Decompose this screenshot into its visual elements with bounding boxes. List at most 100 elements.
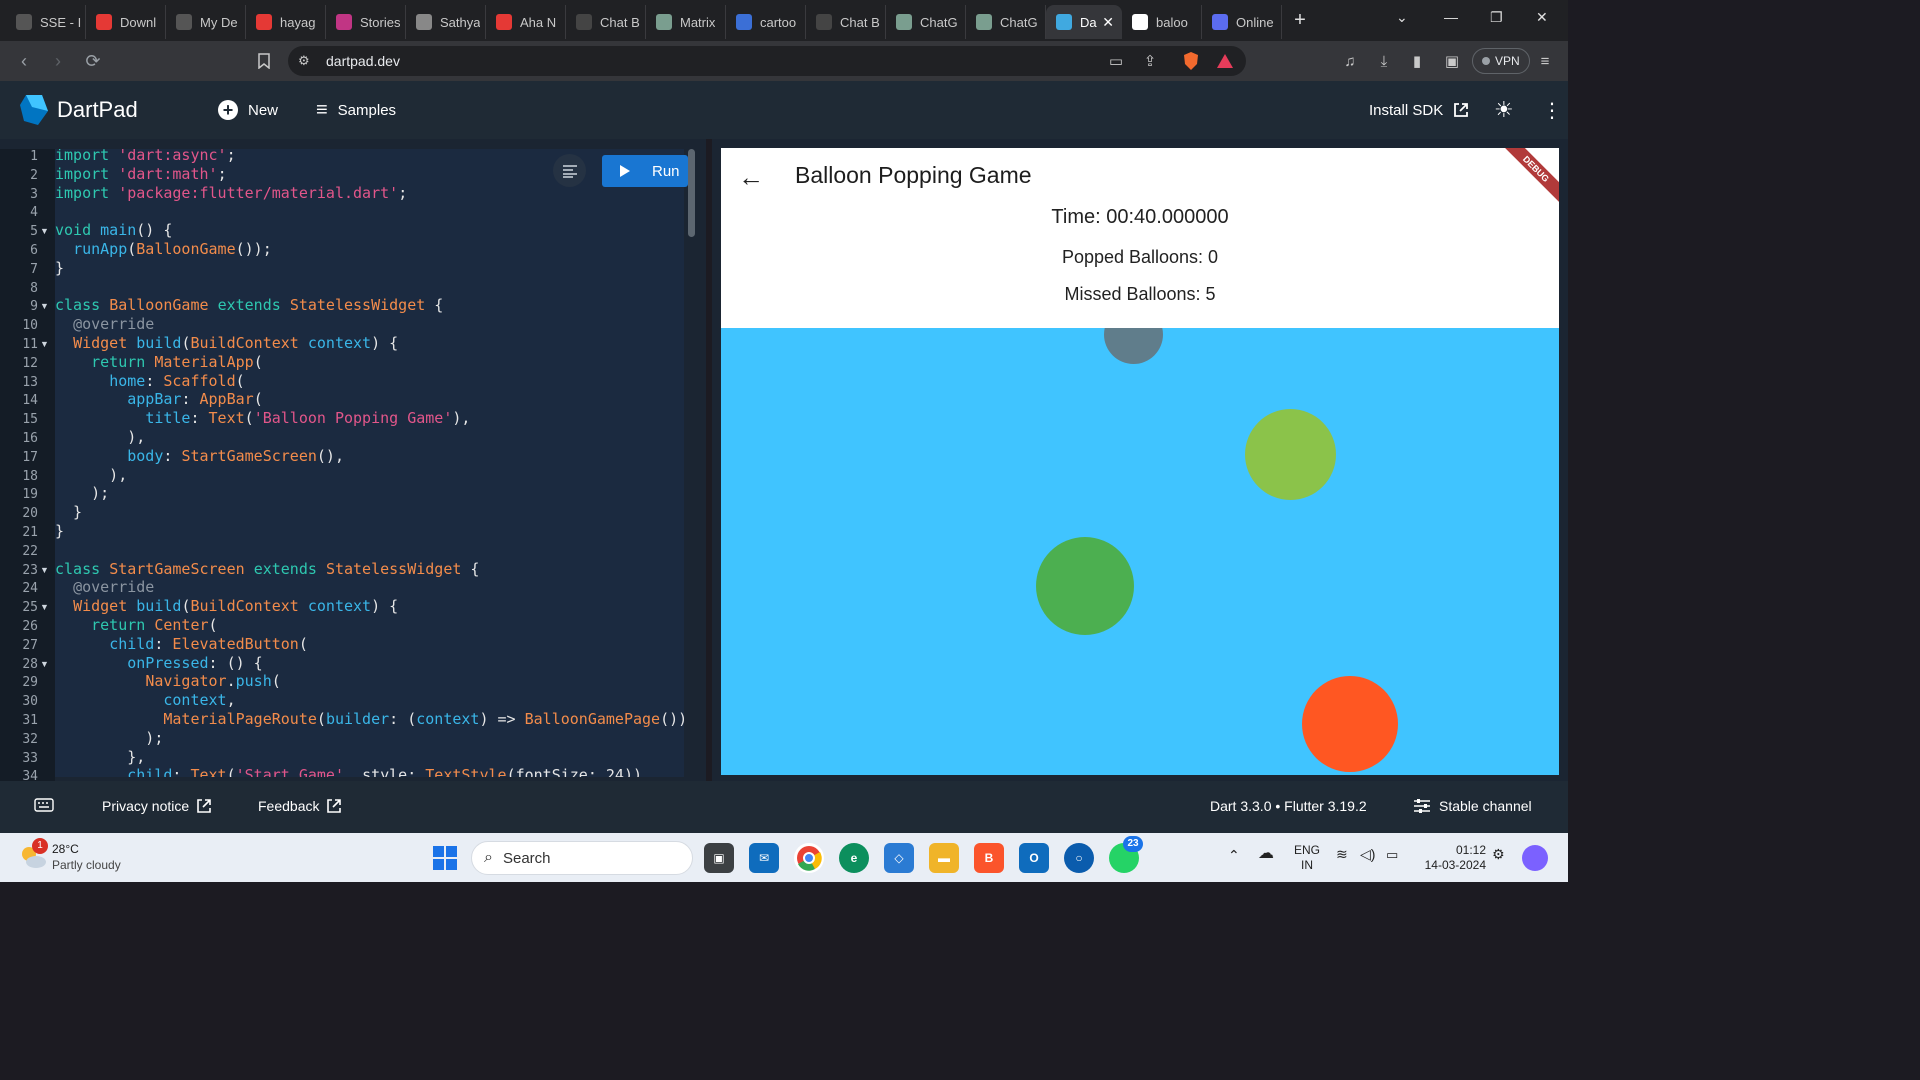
outlook-icon[interactable]: O (1019, 843, 1049, 873)
install-sdk-link[interactable]: Install SDK (1369, 95, 1469, 125)
tab-search-icon[interactable]: ⌄ (1396, 0, 1408, 34)
editor-scrollbar[interactable] (688, 149, 695, 237)
browser-tab[interactable]: ChatG (886, 5, 966, 39)
menu-icon[interactable]: ≡ (1534, 50, 1556, 72)
browser-tab[interactable]: My De (166, 5, 246, 39)
samples-button[interactable]: ≡ Samples (316, 95, 396, 125)
back-icon[interactable]: ‹ (12, 49, 36, 73)
balloon[interactable] (1302, 676, 1398, 772)
language-indicator[interactable]: ENG IN (1294, 843, 1320, 873)
line-number: 11 (22, 337, 38, 352)
chevron-up-icon[interactable]: ⌃ (1228, 848, 1240, 863)
line-number: 3 (30, 186, 38, 202)
browser-tab[interactable]: Aha N (486, 5, 566, 39)
browser-tab[interactable]: Chat B (806, 5, 886, 39)
code-line: import 'package:flutter/material.dart'; (55, 183, 408, 202)
balloon[interactable] (1036, 537, 1134, 635)
theme-toggle-icon[interactable]: ☀ (1494, 95, 1514, 125)
battery-icon[interactable]: ▭ (1386, 847, 1398, 862)
balloon[interactable] (1104, 328, 1163, 364)
wallet-icon[interactable]: ▣ (1441, 50, 1463, 72)
windows-start-icon[interactable] (430, 843, 460, 873)
brave-rewards-icon[interactable] (1214, 50, 1236, 72)
file-explorer-icon[interactable]: ▬ (929, 843, 959, 873)
cast-icon[interactable]: ▭ (1105, 50, 1127, 72)
language-code: ENG (1294, 843, 1321, 857)
line-number: 1 (30, 149, 38, 164)
arrow-back-icon[interactable]: ← (738, 162, 764, 193)
app-icon[interactable]: ○ (1064, 843, 1094, 873)
fold-icon[interactable]: ▼ (40, 659, 49, 669)
fold-icon[interactable]: ▼ (40, 339, 49, 349)
feedback-link[interactable]: Feedback (258, 798, 342, 814)
notification-settings-icon[interactable]: ⚙ (1492, 847, 1505, 862)
wifi-icon[interactable]: ≋ (1336, 847, 1348, 862)
taskbar-search[interactable]: ⌕ Search (471, 841, 693, 875)
run-button[interactable]: Run (602, 155, 688, 187)
channel-selector[interactable]: Stable channel (1413, 798, 1532, 814)
vscode-icon[interactable]: ◇ (884, 843, 914, 873)
site-settings-icon[interactable]: ⚙ (298, 53, 310, 69)
more-options-icon[interactable]: ⋮ (1542, 95, 1562, 125)
browser-tab[interactable]: Online (1202, 5, 1282, 39)
brave-icon[interactable]: B (974, 843, 1004, 873)
browser-tab[interactable]: Matrix (646, 5, 726, 39)
mail-icon[interactable]: ✉ (749, 843, 779, 873)
line-number: 25 (22, 600, 38, 616)
format-button[interactable] (553, 154, 586, 187)
new-tab-button[interactable]: + (1282, 9, 1318, 32)
edge-icon[interactable]: e (839, 843, 869, 873)
privacy-notice-link[interactable]: Privacy notice (102, 798, 211, 814)
browser-tab[interactable]: hayag (246, 5, 326, 39)
brave-shield-icon[interactable] (1180, 50, 1202, 72)
vpn-status-icon (1482, 57, 1490, 65)
url-field[interactable]: ⚙ dartpad.dev (288, 46, 1246, 76)
minimize-button[interactable]: — (1444, 0, 1458, 34)
fold-icon[interactable]: ▼ (40, 602, 49, 612)
restore-button[interactable]: ❐ (1490, 0, 1503, 34)
line-number: 7 (30, 261, 38, 277)
browser-tab[interactable]: cartoo (726, 5, 806, 39)
vpn-button[interactable]: VPN (1472, 48, 1530, 74)
browser-tab[interactable]: Da ✕ (1046, 5, 1122, 39)
media-icon[interactable]: ♫ (1339, 50, 1361, 72)
fold-icon[interactable]: ▼ (40, 565, 49, 575)
code-line: onPressed: () { (127, 653, 263, 672)
browser-tab[interactable]: Downl (86, 5, 166, 39)
task-view-icon[interactable]: ▣ (704, 843, 734, 873)
clock[interactable]: 01:12 14-03-2024 (1418, 843, 1486, 873)
whatsapp-icon[interactable]: 23 (1109, 836, 1143, 873)
onedrive-cloud-icon[interactable]: ☁ (1258, 846, 1274, 862)
samples-label: Samples (337, 101, 397, 119)
close-window-button[interactable]: ✕ (1536, 0, 1548, 34)
browser-tab[interactable]: ChatG (966, 5, 1046, 39)
bookmark-icon[interactable] (252, 49, 276, 73)
close-tab-icon[interactable]: ✕ (1102, 14, 1114, 31)
fold-icon[interactable]: ▼ (40, 226, 49, 236)
keyboard-shortcuts-icon[interactable] (34, 798, 54, 812)
fold-icon[interactable]: ▼ (40, 301, 49, 311)
browser-tab[interactable]: Sathya (406, 5, 486, 39)
code-line: runApp(BalloonGame()); (73, 240, 272, 258)
share-icon[interactable]: ⇪ (1139, 50, 1161, 72)
code-editor-panel: 1 2 3 4 5 ▼ 6 7 8 9 ▼ 10 11 ▼ 12 13 14 15 16 17 18 19 20 21 22 23… (0, 139, 706, 784)
chrome-icon[interactable] (794, 843, 824, 873)
new-button[interactable]: + New (218, 95, 278, 125)
weather-badge: 1 (32, 838, 48, 854)
copilot-icon[interactable] (1522, 845, 1548, 871)
browser-tab[interactable]: baloo (1122, 5, 1202, 39)
browser-tab[interactable]: Chat B (566, 5, 646, 39)
tab-title: cartoo (760, 14, 797, 30)
code-editor[interactable]: import 'dart:async'; import 'dart:math'; i… (55, 149, 684, 777)
reload-icon[interactable]: ⟳ (81, 49, 105, 73)
weather-widget[interactable]: 1 (18, 838, 48, 872)
volume-icon[interactable]: ◁) (1360, 847, 1375, 862)
browser-tab[interactable]: SSE - I (6, 5, 86, 39)
browser-tab[interactable]: Stories (326, 5, 406, 39)
balloon[interactable] (1245, 409, 1336, 500)
game-area[interactable] (721, 328, 1559, 775)
sidebar-icon[interactable]: ▮ (1406, 50, 1428, 72)
download-icon[interactable]: ⤓ (1373, 50, 1395, 72)
popped-count-text: Popped Balloons: 0 (1061, 247, 1219, 267)
forward-icon[interactable]: › (46, 49, 70, 73)
